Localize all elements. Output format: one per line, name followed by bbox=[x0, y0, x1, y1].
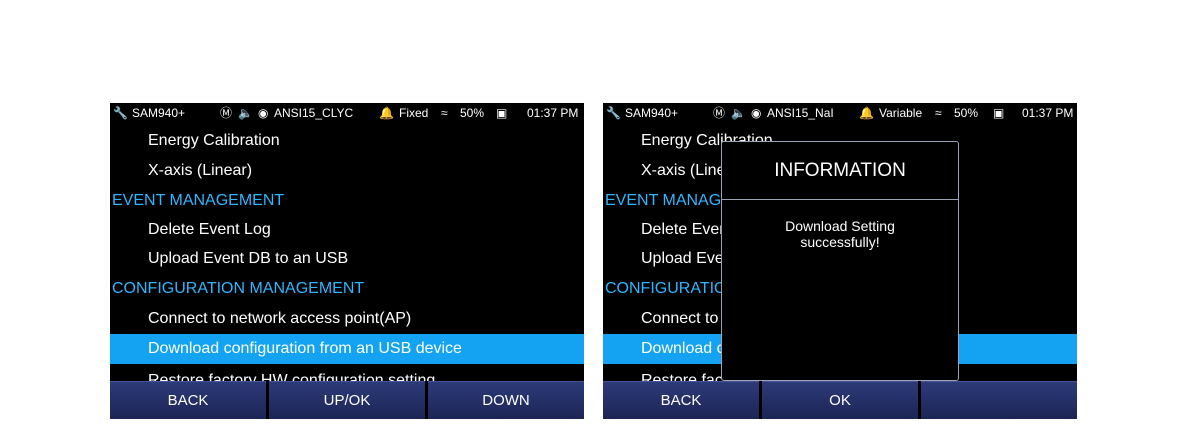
up-ok-button[interactable]: UP/OK bbox=[269, 381, 425, 419]
library-name: ANSI15_CLYC bbox=[274, 106, 354, 120]
device-screen-left: 🔧 SAM940+ Ⓜ 🔈 ◉ ANSI15_CLYC 🔔 Fixed ≈ 50… bbox=[110, 103, 584, 419]
clock: 01:37 PM bbox=[527, 106, 579, 120]
battery-icon: ▣ bbox=[993, 106, 1005, 120]
wrench-icon: 🔧 bbox=[606, 106, 621, 120]
speaker-icon: 🔈 bbox=[238, 106, 253, 120]
wrench-icon: 🔧 bbox=[113, 106, 128, 120]
back-button[interactable]: BACK bbox=[603, 381, 759, 419]
s-badge-icon: Ⓜ bbox=[713, 106, 726, 120]
section-header-event-management: EVENT MANAGEMENT bbox=[112, 192, 285, 209]
dialog-message-line2: successfully! bbox=[800, 234, 880, 250]
status-bar: 🔧 SAM940+ Ⓜ 🔈 ◉ ANSI15_CLYC 🔔 Fixed ≈ 50… bbox=[110, 103, 584, 124]
softkey-bar: BACK OK bbox=[603, 381, 1077, 419]
s-badge-icon: Ⓜ bbox=[220, 106, 233, 120]
device-name: SAM940+ bbox=[132, 106, 186, 120]
menu-item-delete-event-log[interactable]: Delete Event Log bbox=[110, 215, 584, 245]
device-name: SAM940+ bbox=[625, 106, 679, 120]
dialog-message-line1: Download Setting bbox=[785, 218, 895, 234]
dialog-title: INFORMATION bbox=[774, 160, 906, 181]
mode-label: Variable bbox=[879, 106, 923, 120]
information-dialog: INFORMATION Download Setting successfull… bbox=[721, 141, 959, 381]
status-bar: 🔧 SAM940+ Ⓜ 🔈 ◉ ANSI15_NaI 🔔 Variable ≈ … bbox=[603, 103, 1077, 124]
section-header-configuration-management: CONFIGURATION MANAGEMENT bbox=[112, 280, 365, 297]
softkey-bar: BACK UP/OK DOWN bbox=[110, 381, 584, 419]
battery-level: 50% bbox=[460, 106, 485, 120]
wifi-icon: ≈ bbox=[935, 106, 942, 120]
dialog-divider bbox=[722, 199, 958, 200]
library-icon: ◉ bbox=[258, 106, 269, 120]
library-name: ANSI15_NaI bbox=[767, 106, 834, 120]
device-screen-right: 🔧 SAM940+ Ⓜ 🔈 ◉ ANSI15_NaI 🔔 Variable ≈ … bbox=[603, 103, 1077, 419]
menu-item-energy-calibration[interactable]: Energy Calibration bbox=[110, 126, 584, 156]
battery-level: 50% bbox=[954, 106, 979, 120]
bell-icon: 🔔 bbox=[379, 106, 394, 120]
library-icon: ◉ bbox=[751, 106, 762, 120]
down-button[interactable]: DOWN bbox=[428, 381, 584, 419]
speaker-icon: 🔈 bbox=[731, 106, 746, 120]
menu-item-download-configuration[interactable]: Download configuration from an USB devic… bbox=[110, 334, 584, 364]
wifi-icon: ≈ bbox=[441, 106, 448, 120]
menu-item-upload-event-db[interactable]: Upload Event DB to an USB bbox=[110, 244, 584, 274]
menu-item-connect-network[interactable]: Connect to network access point(AP) bbox=[110, 304, 584, 334]
mode-label: Fixed bbox=[399, 106, 429, 120]
battery-icon: ▣ bbox=[496, 106, 508, 120]
bell-icon: 🔔 bbox=[859, 106, 874, 120]
empty-softkey[interactable] bbox=[921, 381, 1077, 419]
menu-item-x-axis[interactable]: X-axis (Linear) bbox=[110, 156, 584, 186]
ok-button[interactable]: OK bbox=[762, 381, 918, 419]
back-button[interactable]: BACK bbox=[110, 381, 266, 419]
dialog-message: Download Setting successfully! bbox=[730, 218, 950, 250]
clock: 01:37 PM bbox=[1022, 106, 1074, 120]
